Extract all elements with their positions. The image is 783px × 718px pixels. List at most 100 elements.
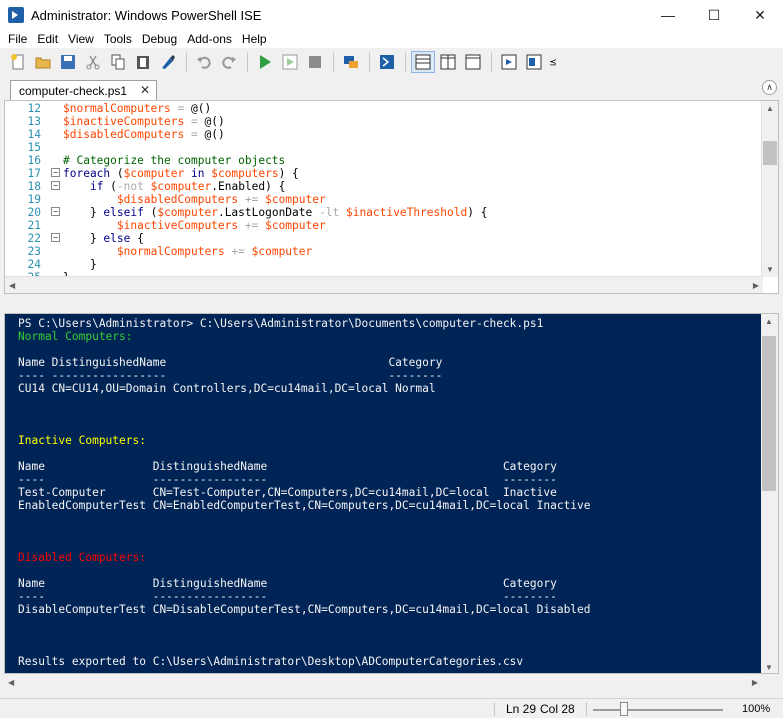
tab-computer-check[interactable]: computer-check.ps1 ✕ xyxy=(10,80,157,100)
redo-icon[interactable] xyxy=(217,51,241,73)
toolbar-separator xyxy=(491,52,492,72)
console-horizontal-scrollbar[interactable]: ◀ ▶ xyxy=(4,674,762,691)
fold-toggle-icon[interactable]: − xyxy=(51,168,60,177)
stop-operation-icon[interactable] xyxy=(303,51,327,73)
fold-toggle-icon[interactable]: − xyxy=(51,207,60,216)
code-token: $computer xyxy=(265,219,326,232)
window-title: Administrator: Windows PowerShell ISE xyxy=(31,7,262,23)
show-script-pane-icon[interactable] xyxy=(497,51,521,73)
console-pane[interactable]: PS C:\Users\Administrator> C:\Users\Admi… xyxy=(4,313,779,674)
tab-close-icon[interactable]: ✕ xyxy=(140,83,150,97)
layout-maximized-icon[interactable] xyxy=(461,51,485,73)
code-token: } xyxy=(63,258,97,271)
fold-toggle-icon[interactable]: − xyxy=(51,233,60,242)
code-token: -not xyxy=(116,180,144,193)
code-token: if xyxy=(89,180,104,193)
run-selection-icon[interactable] xyxy=(278,51,302,73)
paste-icon[interactable] xyxy=(131,51,155,73)
cut-icon[interactable] xyxy=(81,51,105,73)
code-text: foreach ($computer in $computers) { xyxy=(63,167,299,180)
undo-icon[interactable] xyxy=(192,51,216,73)
console-line: PS C:\Users\Administrator> C:\Users\Admi… xyxy=(18,317,544,330)
console-line: Results exported to C:\Users\Administrat… xyxy=(18,655,524,668)
status-separator xyxy=(586,702,587,716)
scroll-left-icon[interactable]: ◀ xyxy=(8,678,14,687)
fold-toggle-icon[interactable]: − xyxy=(51,181,60,190)
code-text: $disabledComputers += $computer xyxy=(63,193,326,206)
layout-right-icon[interactable] xyxy=(436,51,460,73)
code-token: += xyxy=(238,193,266,206)
close-button[interactable]: ✕ xyxy=(737,0,783,30)
code-text: $disabledComputers = @() xyxy=(63,128,225,141)
toolbar-overflow-icon[interactable]: ⪯ xyxy=(547,51,559,73)
start-powershell-icon[interactable] xyxy=(375,51,399,73)
console-scroll-thumb[interactable] xyxy=(762,336,776,491)
scroll-up-icon[interactable]: ▲ xyxy=(766,104,774,113)
code-token: ) { xyxy=(278,167,299,180)
zoom-slider-thumb[interactable] xyxy=(620,702,628,716)
menu-help[interactable]: Help xyxy=(237,30,272,48)
code-token: elseif xyxy=(103,206,144,219)
open-folder-icon[interactable] xyxy=(31,51,55,73)
code-token: $inactiveComputers xyxy=(63,115,185,128)
code-token: foreach xyxy=(63,167,111,180)
menu-add-ons[interactable]: Add-ons xyxy=(182,30,237,48)
editor-scroll-thumb[interactable] xyxy=(763,141,777,165)
console-vertical-scrollbar[interactable]: ▲ ▼ xyxy=(761,314,778,673)
menu-debug[interactable]: Debug xyxy=(137,30,182,48)
pane-splitter[interactable] xyxy=(0,294,783,313)
line-number: 18 xyxy=(27,180,41,193)
code-token: { xyxy=(130,232,144,245)
code-token: $normalComputers xyxy=(116,245,225,258)
code-text: $inactiveComputers = @() xyxy=(63,115,225,128)
editor-horizontal-scrollbar[interactable]: ◀ ▶ xyxy=(5,276,763,293)
code-token: @() xyxy=(204,128,225,141)
editor-vertical-scrollbar[interactable]: ▲ ▼ xyxy=(761,101,778,277)
console-line: ---- ----------------- -------- xyxy=(18,590,557,603)
code-text: } elseif ($computer.LastLogonDate -lt $i… xyxy=(63,206,488,219)
menu-view[interactable]: View xyxy=(63,30,99,48)
status-bar: Ln 29 Col 28 100% xyxy=(0,698,783,718)
line-number: 24 xyxy=(27,258,41,271)
code-token: @() xyxy=(204,115,225,128)
code-text: } else { xyxy=(63,232,144,245)
clear-console-icon[interactable] xyxy=(156,51,180,73)
code-token: .Enabled) { xyxy=(211,180,286,193)
scroll-down-icon[interactable]: ▼ xyxy=(765,663,773,672)
script-editor[interactable]: 12 $normalComputers = @() 13 $inactiveCompu… xyxy=(4,100,779,294)
layout-top-icon[interactable] xyxy=(411,51,435,73)
code-token: $computer xyxy=(157,206,218,219)
new-script-icon[interactable] xyxy=(6,51,30,73)
code-token: = xyxy=(184,115,205,128)
run-script-icon[interactable] xyxy=(253,51,277,73)
show-commands-icon[interactable] xyxy=(522,51,546,73)
console-line: DisableComputerTest CN=DisableComputerTe… xyxy=(18,603,591,616)
scroll-down-icon[interactable]: ▼ xyxy=(766,265,774,274)
console-line: Inactive Computers: xyxy=(18,434,146,447)
code-token: $inactiveComputers xyxy=(116,219,239,232)
remote-powershell-icon[interactable] xyxy=(339,51,363,73)
zoom-level: 100% xyxy=(742,703,771,715)
scroll-left-icon[interactable]: ◀ xyxy=(9,281,15,290)
code-token: ( xyxy=(103,180,117,193)
code-token: in xyxy=(184,167,212,180)
minimize-button[interactable]: — xyxy=(645,0,691,30)
code-token: $computers xyxy=(211,167,279,180)
menu-file[interactable]: File xyxy=(3,30,32,48)
scroll-right-icon[interactable]: ▶ xyxy=(753,281,759,290)
scroll-right-icon[interactable]: ▶ xyxy=(752,678,758,687)
code-token: = xyxy=(184,128,205,141)
code-token: ( xyxy=(143,206,158,219)
menu-edit[interactable]: Edit xyxy=(32,30,63,48)
scroll-up-icon[interactable]: ▲ xyxy=(765,317,773,326)
save-icon[interactable] xyxy=(56,51,80,73)
code-token: } xyxy=(63,206,104,219)
collapse-script-pane-icon[interactable]: ∧ xyxy=(762,80,777,95)
zoom-slider-track[interactable] xyxy=(593,709,723,711)
maximize-button[interactable]: ☐ xyxy=(691,0,737,30)
menu-tools[interactable]: Tools xyxy=(99,30,137,48)
code-text: if (-not $computer.Enabled) { xyxy=(63,180,285,193)
copy-icon[interactable] xyxy=(106,51,130,73)
